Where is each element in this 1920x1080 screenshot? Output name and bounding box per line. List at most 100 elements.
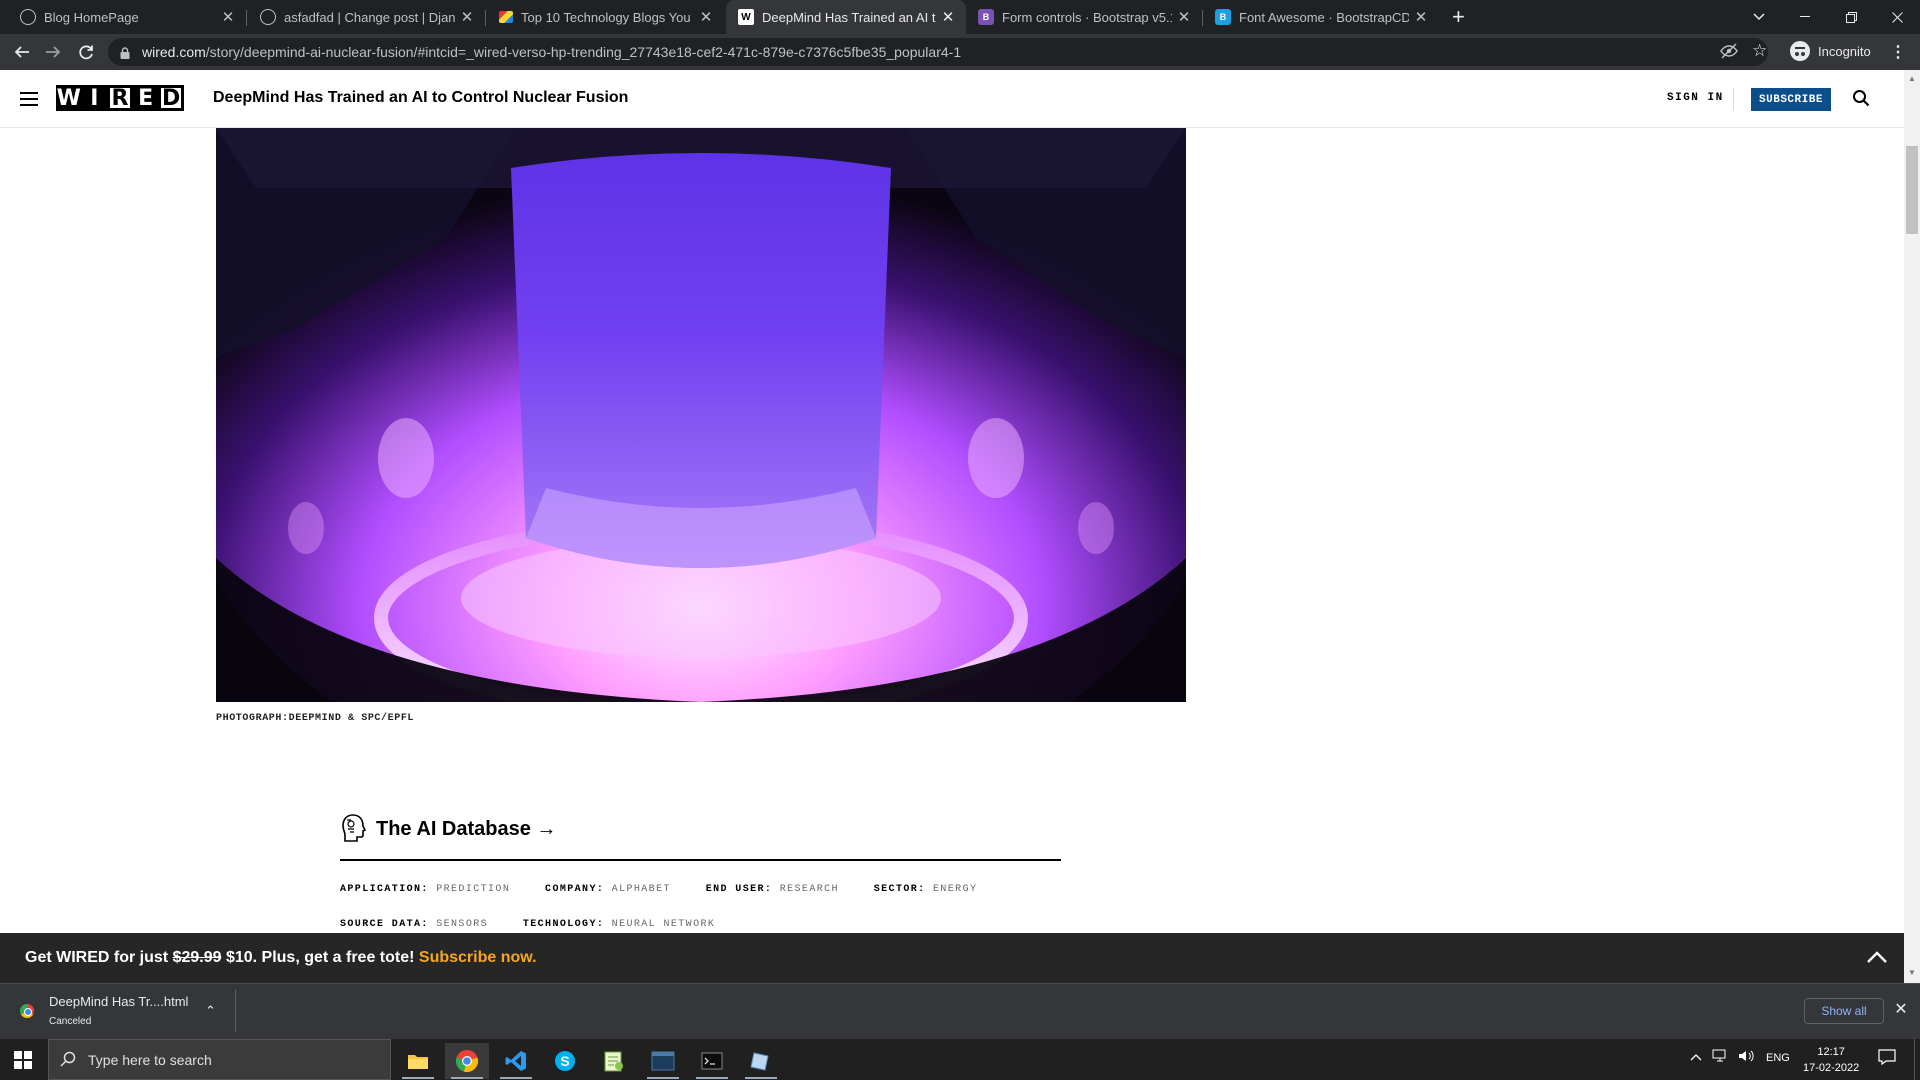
article-headline: DeepMind Has Trained an AI to Control Nu…	[213, 89, 629, 106]
tab-font-awesome[interactable]: B Font Awesome · BootstrapCDN ✕	[1203, 0, 1439, 34]
close-tab-icon[interactable]: ✕	[1172, 8, 1196, 26]
logo-letter: W	[56, 85, 82, 111]
vscode-icon[interactable]	[494, 1043, 538, 1079]
close-shelf-icon[interactable]: ✕	[1890, 999, 1912, 1019]
tab-technology-blogs[interactable]: Top 10 Technology Blogs You Mu ✕	[486, 0, 724, 34]
clock-date: 17-02-2022	[1803, 1062, 1860, 1074]
notes-app-icon[interactable]	[739, 1043, 783, 1079]
chrome-icon	[20, 1004, 34, 1018]
lock-icon[interactable]	[120, 46, 130, 64]
tab-title: DeepMind Has Trained an AI to C	[762, 9, 936, 25]
tokamak-plasma-photo	[216, 128, 1186, 702]
tab-deepmind-article[interactable]: W DeepMind Has Trained an AI to C ✕	[726, 0, 966, 34]
mysql-workbench-icon[interactable]	[641, 1043, 685, 1079]
running-indicator	[745, 1077, 777, 1079]
tab-title: asfadfad | Change post | Django	[284, 9, 455, 25]
search-icon[interactable]	[1852, 89, 1872, 109]
taskbar-search-placeholder[interactable]: Type here to search	[88, 1052, 212, 1068]
meta-key: SOURCE DATA:	[340, 919, 429, 930]
show-hidden-icons-chevron-icon[interactable]	[1690, 1052, 1702, 1064]
url-text[interactable]: wired.com/story/deepmind-ai-nuclear-fusi…	[142, 44, 961, 60]
notification-center-icon[interactable]	[1878, 1049, 1896, 1068]
meta-value-link[interactable]: NEURAL NETWORK	[612, 919, 716, 930]
logo-letter: I	[81, 85, 108, 111]
globe-icon	[260, 9, 276, 25]
back-button[interactable]	[8, 38, 36, 66]
tab-bootstrap-forms[interactable]: B Form controls · Bootstrap v5.1 ✕	[966, 0, 1202, 34]
browser-menu-icon[interactable]: ⋮	[1890, 42, 1906, 62]
meta-key: SECTOR:	[873, 884, 926, 895]
wired-logo[interactable]: W I R E D	[56, 85, 184, 111]
meta-key: COMPANY:	[545, 884, 605, 895]
running-indicator	[647, 1077, 679, 1079]
notepad-plus-icon[interactable]	[592, 1043, 636, 1079]
layers-icon	[499, 11, 513, 23]
logo-letter: R	[107, 85, 133, 111]
language-indicator[interactable]: ENG	[1766, 1052, 1790, 1064]
hamburger-menu-icon[interactable]	[20, 92, 38, 106]
show-desktop-button[interactable]	[1914, 1039, 1920, 1080]
download-status: Canceled	[49, 1016, 92, 1027]
incognito-icon	[1790, 41, 1810, 61]
network-icon[interactable]	[1712, 1049, 1728, 1066]
ai-database-row: APPLICATION: PREDICTION COMPANY: ALPHABE…	[340, 884, 977, 895]
close-tab-icon[interactable]: ✕	[455, 8, 479, 26]
terminal-icon[interactable]	[690, 1043, 734, 1079]
ai-database-link[interactable]: The AI Database →	[376, 818, 556, 841]
subscribe-now-link[interactable]: Subscribe now.	[419, 949, 537, 966]
windows-start-icon[interactable]	[14, 1051, 32, 1069]
promo-rest: $10. Plus, get a free tote!	[221, 949, 419, 966]
url-path: /story/deepmind-ai-nuclear-fusion/#intci…	[205, 44, 962, 60]
scroll-down-arrow-icon[interactable]: ▼	[1908, 968, 1916, 977]
promo-old-price: $29.99	[172, 949, 222, 966]
logo-letter: D	[158, 85, 184, 111]
meta-value-link[interactable]: ENERGY	[933, 884, 977, 895]
subscribe-button[interactable]: SUBSCRIBE	[1751, 88, 1831, 111]
scrollbar-thumb[interactable]	[1906, 146, 1918, 234]
download-options-chevron-icon[interactable]: ⌃	[205, 1003, 216, 1019]
close-window-button[interactable]	[1874, 0, 1920, 34]
svg-text:S: S	[560, 1053, 569, 1069]
ai-database-row: SOURCE DATA: SENSORS TECHNOLOGY: NEURAL …	[340, 919, 715, 930]
meta-value-link[interactable]: RESEARCH	[780, 884, 839, 895]
chrome-taskbar-icon[interactable]	[445, 1043, 489, 1079]
close-tab-icon[interactable]: ✕	[694, 8, 718, 26]
meta-key: END USER:	[705, 884, 773, 895]
minimize-button[interactable]	[1782, 0, 1828, 34]
meta-key: APPLICATION:	[340, 884, 429, 895]
tab-search-chevron-icon[interactable]	[1736, 0, 1782, 34]
photo-credit: PHOTOGRAPH:DEEPMIND & SPC/EPFL	[216, 713, 415, 724]
expand-promo-chevron-icon[interactable]	[1866, 947, 1888, 969]
close-tab-icon[interactable]: ✕	[936, 8, 960, 26]
wired-favicon-icon: W	[738, 9, 754, 25]
search-icon	[60, 1051, 76, 1067]
meta-value-link[interactable]: SENSORS	[436, 919, 488, 930]
tab-title: Blog HomePage	[44, 9, 139, 25]
show-all-downloads-button[interactable]: Show all	[1804, 998, 1884, 1024]
system-clock[interactable]: 12:17 17-02-2022	[1803, 1044, 1859, 1076]
tab-django-admin[interactable]: asfadfad | Change post | Django ✕	[247, 0, 485, 34]
file-explorer-icon[interactable]	[396, 1043, 440, 1079]
running-indicator	[500, 1077, 532, 1079]
reload-button[interactable]	[72, 38, 100, 66]
sign-in-link[interactable]: SIGN IN	[1667, 92, 1724, 104]
close-tab-icon[interactable]: ✕	[216, 8, 240, 26]
forward-button[interactable]	[39, 38, 67, 66]
meta-value-link[interactable]: PREDICTION	[436, 884, 510, 895]
url-host: wired.com	[142, 44, 206, 60]
skype-icon[interactable]: S	[543, 1043, 587, 1079]
restore-button[interactable]	[1828, 0, 1874, 34]
promo-lead: Get WIRED for just	[25, 949, 173, 966]
incognito-label[interactable]: Incognito	[1818, 44, 1871, 59]
new-tab-button[interactable]: +	[1452, 4, 1465, 30]
volume-icon[interactable]	[1738, 1049, 1754, 1066]
close-tab-icon[interactable]: ✕	[1409, 8, 1433, 26]
bookmark-star-icon[interactable]: ☆	[1752, 41, 1767, 61]
meta-value-link[interactable]: ALPHABET	[612, 884, 671, 895]
tab-title: Top 10 Technology Blogs You Mu	[521, 9, 694, 25]
scroll-up-arrow-icon[interactable]: ▲	[1908, 74, 1916, 83]
download-filename[interactable]: DeepMind Has Tr....html	[49, 994, 188, 1009]
logo-letter: E	[132, 85, 159, 111]
tracking-protection-eye-icon[interactable]	[1720, 43, 1738, 64]
tab-blog-homepage[interactable]: Blog HomePage ✕	[0, 0, 246, 34]
